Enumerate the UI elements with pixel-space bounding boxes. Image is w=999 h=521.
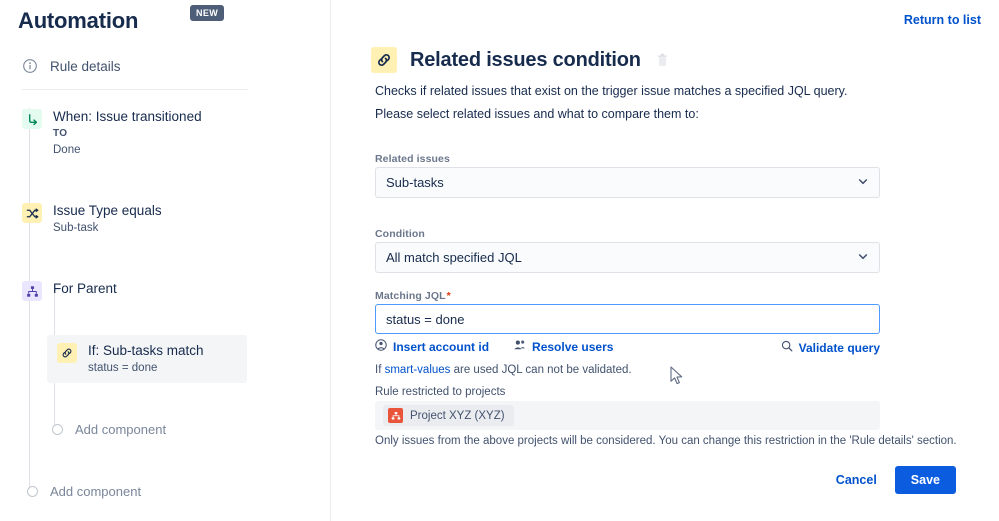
info-circle-icon bbox=[22, 58, 38, 74]
search-icon bbox=[781, 340, 793, 355]
sidebar-item-rule-details[interactable]: Rule details bbox=[22, 58, 121, 74]
panel-description-2: Please select related issues and what to… bbox=[375, 107, 699, 121]
restricted-projects-area: Project XYZ (XYZ) bbox=[375, 401, 880, 430]
hierarchy-icon bbox=[22, 281, 42, 301]
chevron-down-icon bbox=[857, 175, 869, 190]
sidebar-header: Automation bbox=[18, 8, 308, 34]
shuffle-icon bbox=[22, 203, 42, 223]
hint-suffix: are used JQL can not be validated. bbox=[450, 364, 632, 376]
tree-node-title: For Parent bbox=[53, 281, 117, 296]
add-component-inner-button[interactable]: Add component bbox=[52, 422, 166, 437]
tree-node-text: When: Issue transitioned TO Done bbox=[53, 108, 202, 158]
automation-rule-editor: Automation NEW Rule details When: Issue … bbox=[0, 0, 999, 521]
matching-jql-value: status = done bbox=[386, 311, 465, 327]
tree-node-sub: status = done bbox=[88, 362, 158, 374]
plus-circle-icon bbox=[52, 424, 63, 435]
project-avatar-icon bbox=[388, 408, 403, 423]
tree-node-trigger[interactable]: When: Issue transitioned TO Done bbox=[22, 108, 202, 158]
tree-node-text: If: Sub-tasks match status = done bbox=[88, 342, 204, 376]
insert-account-id-button[interactable]: Insert account id bbox=[375, 339, 489, 354]
tree-node-for-parent[interactable]: For Parent bbox=[22, 280, 117, 301]
condition-select[interactable]: All match specified JQL bbox=[375, 242, 880, 273]
smart-values-hint: If smart-values are used JQL can not be … bbox=[375, 364, 632, 376]
panel-header: Related issues condition bbox=[371, 47, 671, 73]
save-button[interactable]: Save bbox=[894, 466, 956, 494]
panel-footer: Cancel Save bbox=[832, 466, 956, 494]
matching-jql-label-text: Matching JQL bbox=[375, 290, 446, 302]
trigger-transition-icon bbox=[22, 109, 42, 129]
restricted-projects-note: Only issues from the above projects will… bbox=[375, 435, 957, 447]
project-chip-label: Project XYZ (XYZ) bbox=[410, 409, 505, 422]
panel-description-1: Checks if related issues that exist on t… bbox=[375, 84, 848, 98]
plus-circle-icon bbox=[27, 486, 38, 497]
new-badge: NEW bbox=[190, 5, 225, 21]
jql-action-row: Insert account id Resolve users Validate… bbox=[375, 339, 880, 359]
validate-query-button[interactable]: Validate query bbox=[781, 340, 880, 355]
chevron-down-icon bbox=[857, 250, 869, 265]
tree-node-subcaps: TO bbox=[53, 128, 68, 139]
tree-node-title: When: Issue transitioned bbox=[53, 109, 202, 124]
resolve-users-button[interactable]: Resolve users bbox=[513, 339, 613, 354]
tree-node-text: Issue Type equals Sub-task bbox=[53, 202, 162, 236]
resolve-users-label: Resolve users bbox=[532, 339, 614, 354]
link-chain-icon bbox=[57, 343, 77, 363]
cancel-button[interactable]: Cancel bbox=[832, 467, 881, 493]
add-component-outer-button[interactable]: Add component bbox=[27, 484, 141, 499]
jql-action-right-group: Validate query bbox=[781, 339, 880, 357]
rule-tree-sidebar: Automation NEW Rule details When: Issue … bbox=[0, 0, 330, 521]
person-circle-icon bbox=[375, 339, 387, 354]
matching-jql-input[interactable]: status = done bbox=[375, 304, 880, 334]
required-marker: * bbox=[446, 290, 451, 302]
tree-node-issue-type-condition[interactable]: Issue Type equals Sub-task bbox=[22, 202, 162, 236]
condition-value: All match specified JQL bbox=[386, 250, 522, 265]
validate-query-label: Validate query bbox=[798, 340, 880, 355]
tree-node-selected-related-issues-condition[interactable]: If: Sub-tasks match status = done bbox=[47, 335, 247, 383]
add-component-label: Add component bbox=[75, 422, 167, 437]
condition-label: Condition bbox=[375, 228, 425, 240]
related-issues-select[interactable]: Sub-tasks bbox=[375, 167, 880, 198]
sidebar-item-label: Rule details bbox=[50, 58, 121, 74]
return-to-list-link[interactable]: Return to list bbox=[904, 13, 981, 27]
tree-node-sub: Sub-task bbox=[53, 222, 99, 234]
tree-node-title: Issue Type equals bbox=[53, 203, 162, 218]
rule-restricted-label: Rule restricted to projects bbox=[375, 386, 506, 398]
insert-account-id-label: Insert account id bbox=[393, 339, 490, 354]
link-chain-icon bbox=[371, 47, 397, 73]
related-issues-label: Related issues bbox=[375, 153, 450, 165]
matching-jql-label: Matching JQL* bbox=[375, 290, 451, 302]
panel-title: Related issues condition bbox=[410, 48, 641, 71]
page-title: Automation bbox=[18, 8, 139, 33]
people-icon bbox=[513, 339, 526, 354]
related-issues-value: Sub-tasks bbox=[386, 175, 444, 190]
trash-icon[interactable] bbox=[655, 52, 671, 69]
add-component-label: Add component bbox=[50, 484, 142, 499]
smart-values-link[interactable]: smart-values bbox=[385, 364, 451, 376]
sidebar-divider bbox=[22, 89, 248, 90]
tree-node-text: For Parent bbox=[53, 280, 117, 298]
tree-node-sub: Done bbox=[53, 144, 81, 156]
hint-prefix: If bbox=[375, 364, 385, 376]
tree-node-title: If: Sub-tasks match bbox=[88, 343, 204, 358]
condition-detail-panel: Return to list Related issues condition … bbox=[331, 0, 999, 521]
jql-action-left-group: Insert account id Resolve users bbox=[375, 339, 613, 354]
project-chip[interactable]: Project XYZ (XYZ) bbox=[383, 405, 514, 426]
